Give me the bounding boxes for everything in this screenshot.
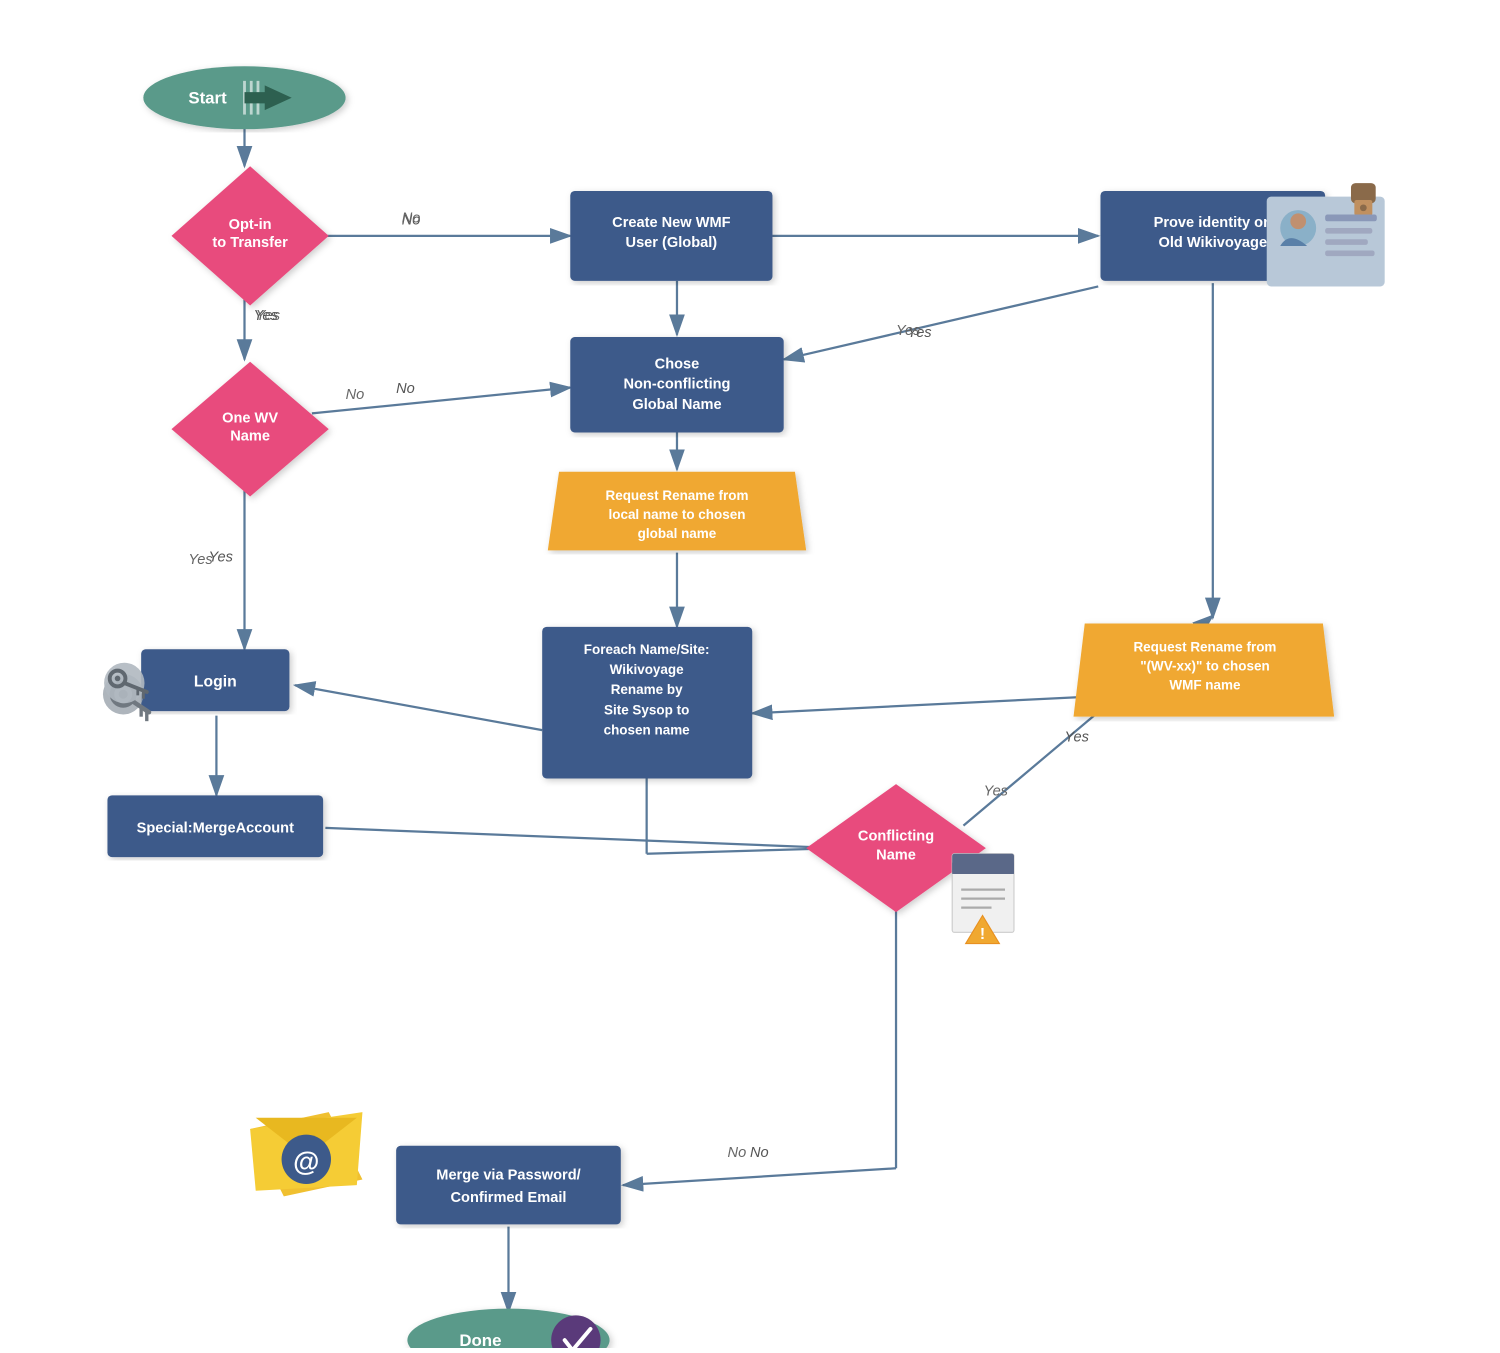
prove-identity-label2: Old Wikivoyage bbox=[1159, 235, 1268, 251]
req-rename1-label3: global name bbox=[638, 526, 717, 541]
merge-password-node bbox=[396, 1146, 621, 1225]
req-rename1-label2: local name to chosen bbox=[608, 507, 745, 522]
merge-account-label: Special:MergeAccount bbox=[137, 820, 294, 836]
req-rename1-label1: Request Rename from bbox=[605, 488, 748, 503]
svg-text:No: No bbox=[396, 381, 415, 397]
svg-text:!: ! bbox=[980, 926, 985, 943]
no1-label: No bbox=[402, 210, 421, 226]
foreach-label4: Site Sysop to bbox=[604, 702, 689, 717]
svg-text:@: @ bbox=[293, 1147, 319, 1177]
foreach-label1: Foreach Name/Site: bbox=[584, 642, 710, 657]
merge-pwd-label1: Merge via Password/ bbox=[436, 1168, 580, 1184]
chose-name-label1: Chose bbox=[655, 356, 700, 372]
yes3-label: Yes bbox=[896, 323, 920, 339]
yes2-label: Yes bbox=[188, 552, 212, 568]
flowchart-diagram: Yes No No Yes Yes Yes No Start bbox=[0, 0, 1500, 1348]
conflict-doc-icon: ! bbox=[952, 854, 1014, 944]
chose-name-label3: Global Name bbox=[632, 397, 721, 413]
start-label-text: Start bbox=[188, 88, 227, 107]
create-wmf-label2: User (Global) bbox=[626, 235, 718, 251]
req-rename2-label2: "(WV-xx)" to chosen bbox=[1140, 659, 1270, 674]
foreach-label5: chosen name bbox=[604, 723, 691, 738]
merge-pwd-label2: Confirmed Email bbox=[450, 1190, 566, 1206]
foreach-label3: Rename by bbox=[611, 682, 683, 697]
opt-in-label1: Opt-in bbox=[229, 217, 272, 233]
one-wv-label2: Name bbox=[230, 428, 270, 444]
req-rename2-label1: Request Rename from bbox=[1133, 640, 1276, 655]
svg-text:No: No bbox=[750, 1145, 769, 1161]
id-card-icon bbox=[1267, 183, 1385, 286]
yes4-label: Yes bbox=[984, 783, 1008, 799]
foreach-label2: Wikivoyage bbox=[610, 662, 684, 677]
svg-text:Yes: Yes bbox=[1065, 729, 1089, 745]
req-rename2-label3: WMF name bbox=[1169, 678, 1241, 693]
one-wv-label1: One WV bbox=[222, 410, 278, 426]
prove-identity-label1: Prove identity on bbox=[1154, 215, 1272, 231]
conflicting-label1: Conflicting bbox=[858, 828, 934, 844]
create-wmf-label1: Create New WMF bbox=[612, 215, 730, 231]
done-label: Done bbox=[459, 1331, 501, 1348]
no2-label: No bbox=[346, 387, 365, 403]
email-icon: @ bbox=[250, 1112, 362, 1196]
opt-in-label2: to Transfer bbox=[212, 235, 288, 251]
chose-name-label2: Non-conflicting bbox=[623, 377, 730, 393]
yes1-label: Yes bbox=[256, 308, 280, 324]
no3-label: No bbox=[728, 1145, 747, 1161]
conflicting-label2: Name bbox=[876, 847, 916, 863]
login-label: Login bbox=[194, 673, 237, 690]
